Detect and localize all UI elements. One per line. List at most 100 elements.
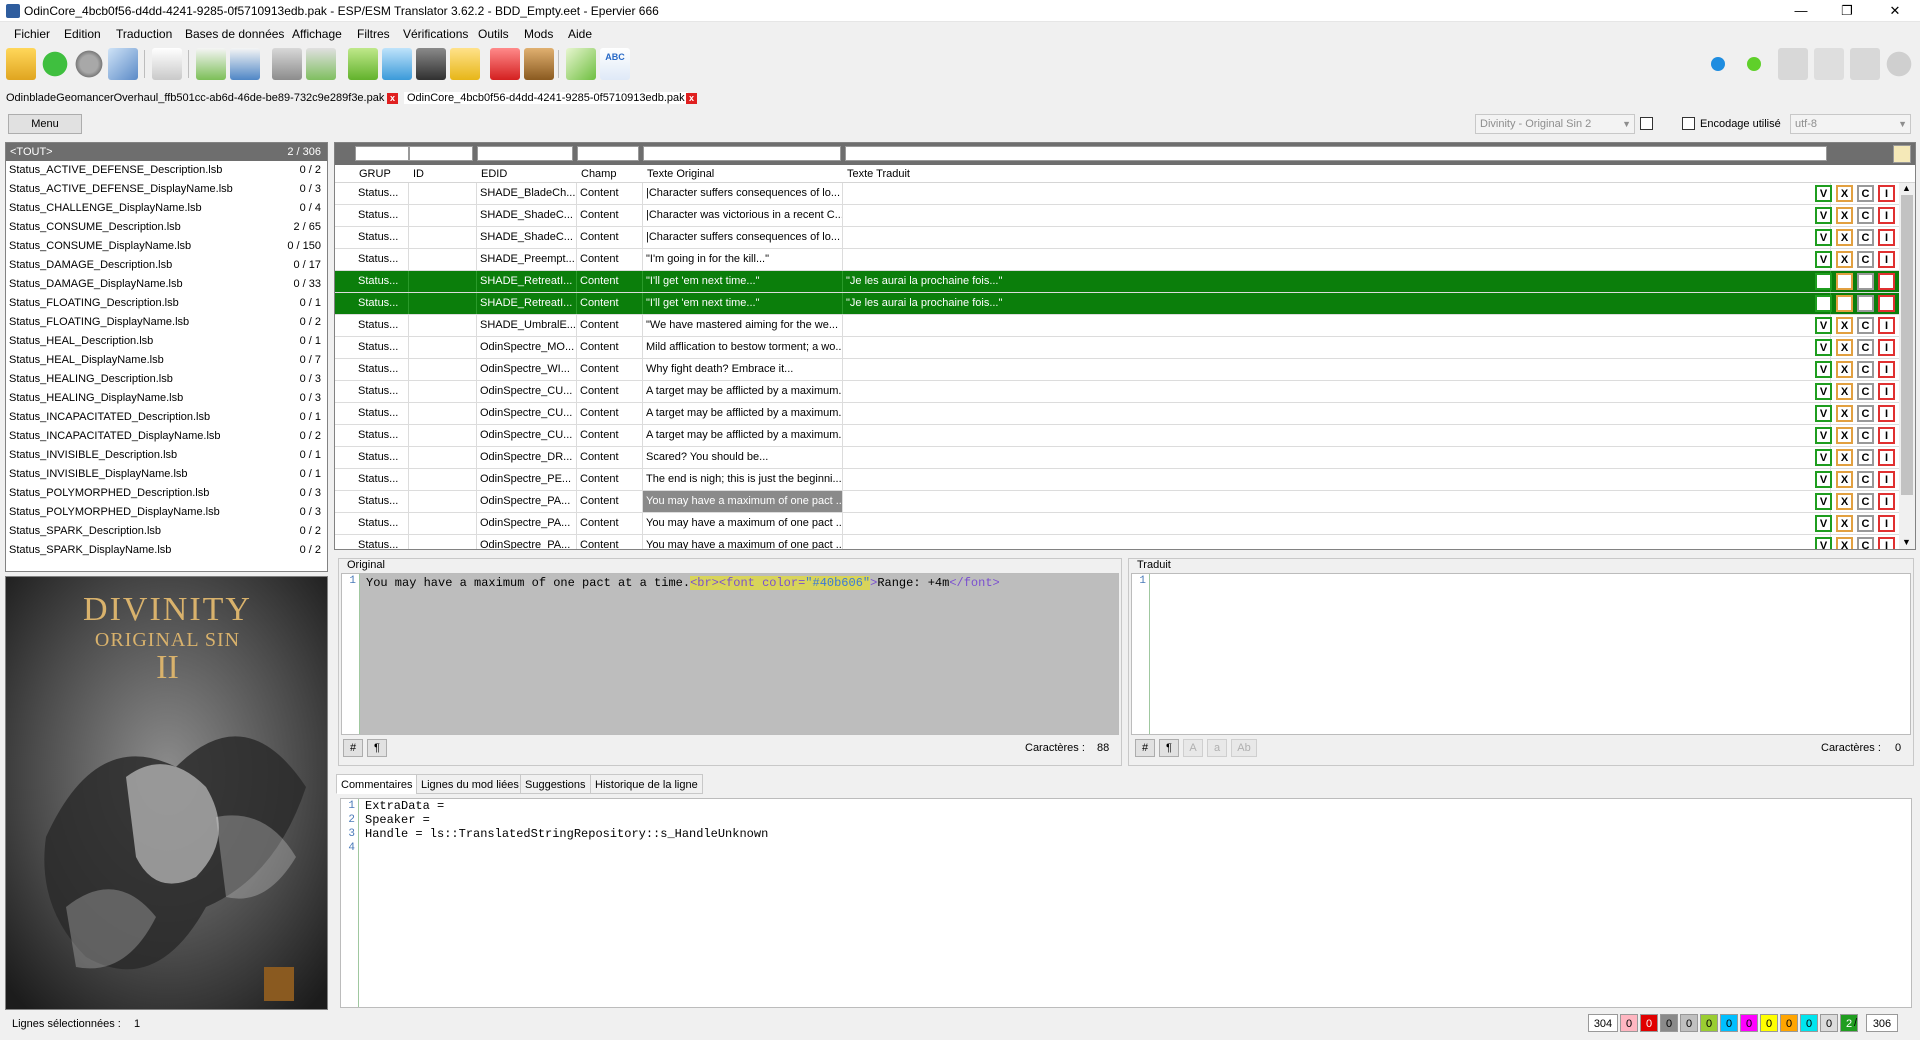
validate-button[interactable]: V — [1815, 317, 1832, 334]
show-hash-button[interactable]: # — [1135, 739, 1155, 757]
validate-button[interactable]: V — [1815, 405, 1832, 422]
info-button[interactable]: I — [1878, 405, 1895, 422]
file-list-item[interactable]: Status_HEALING_DisplayName.lsb 0 / 3 — [6, 389, 327, 408]
database-green-icon[interactable] — [348, 48, 378, 80]
info-button[interactable]: I — [1878, 449, 1895, 466]
game-select[interactable]: Divinity - Original Sin 2 ▼ — [1475, 114, 1635, 134]
spellcheck-icon[interactable]: ABC — [600, 48, 630, 80]
file-list-item[interactable]: Status_DAMAGE_DisplayName.lsb 0 / 33 — [6, 275, 327, 294]
copy-button[interactable]: C — [1857, 251, 1874, 268]
validate-button[interactable]: V — [1815, 449, 1832, 466]
validate-button[interactable]: V — [1815, 493, 1832, 510]
scroll-down-icon[interactable]: ▼ — [1902, 537, 1911, 547]
menu-affichage[interactable]: Affichage — [292, 27, 342, 41]
table-row[interactable]: Status... OdinSpectre_CU... Content A targe… — [335, 403, 1900, 425]
filter-translated[interactable] — [845, 146, 1827, 161]
encoding-select[interactable]: utf-8 ▼ — [1790, 114, 1911, 134]
copy-button[interactable]: C — [1857, 493, 1874, 510]
reject-button[interactable]: X — [1836, 537, 1853, 549]
scroll-thumb[interactable] — [1901, 195, 1913, 495]
close-tab-icon[interactable]: x — [686, 93, 697, 104]
minimize-button[interactable]: — — [1778, 0, 1824, 22]
table-row[interactable]: Status... OdinSpectre_PA... Content You may… — [335, 491, 1900, 513]
grid-scrollbar[interactable]: ▲ ▼ — [1899, 183, 1915, 549]
validate-button[interactable]: V — [1815, 383, 1832, 400]
filter-champ[interactable] — [577, 146, 639, 161]
copy-button[interactable]: C — [1857, 229, 1874, 246]
file-list-item[interactable]: Status_SPARK_DisplayName.lsb 0 / 2 — [6, 541, 327, 560]
info-button[interactable]: I — [1878, 339, 1895, 356]
menu-fichier[interactable]: Fichier — [14, 27, 50, 41]
reject-button[interactable]: X — [1836, 339, 1853, 356]
tab-historique[interactable]: Historique de la ligne — [590, 774, 703, 794]
original-text-area[interactable]: 1 You may have a maximum of one pact at … — [341, 573, 1119, 735]
info-button[interactable]: I — [1878, 273, 1895, 290]
disabled-book-icon[interactable] — [1814, 48, 1844, 80]
reject-button[interactable]: X — [1836, 185, 1853, 202]
validate-button[interactable]: V — [1815, 185, 1832, 202]
copy-button[interactable]: C — [1857, 339, 1874, 356]
copy-button[interactable]: C — [1857, 317, 1874, 334]
file-list-item[interactable]: Status_INVISIBLE_Description.lsb 0 / 1 — [6, 446, 327, 465]
show-pilcrow-button[interactable]: ¶ — [1159, 739, 1179, 757]
validate-button[interactable]: V — [1815, 339, 1832, 356]
validate-button[interactable]: V — [1815, 207, 1832, 224]
uppercase-button[interactable]: A — [1183, 739, 1203, 757]
validate-button[interactable]: V — [1815, 515, 1832, 532]
col-id[interactable]: ID — [413, 168, 424, 180]
forward-arrow-icon[interactable] — [40, 48, 70, 80]
copy-button[interactable]: C — [1857, 515, 1874, 532]
info-button[interactable]: I — [1878, 493, 1895, 510]
validate-button[interactable]: V — [1815, 537, 1832, 549]
menu-edition[interactable]: Edition — [64, 27, 101, 41]
menu-mods[interactable]: Mods — [524, 27, 553, 41]
menu-bases-de-donnees[interactable]: Bases de données — [185, 27, 284, 41]
filter-edid[interactable] — [477, 146, 573, 161]
table-row[interactable]: Status... SHADE_Preempt... Content "I'm goi… — [335, 249, 1900, 271]
database-grey-icon[interactable] — [272, 48, 302, 80]
reject-button[interactable]: X — [1836, 515, 1853, 532]
translated-text-area[interactable]: 1 — [1131, 573, 1911, 735]
reject-button[interactable]: X — [1836, 251, 1853, 268]
reject-button[interactable]: X — [1836, 493, 1853, 510]
gear-icon[interactable] — [74, 48, 104, 80]
notes-icon[interactable] — [566, 48, 596, 80]
info-button[interactable]: I — [1878, 383, 1895, 400]
lowercase-button[interactable]: a — [1207, 739, 1227, 757]
copy-button[interactable]: C — [1857, 449, 1874, 466]
tab-suggestions[interactable]: Suggestions — [520, 774, 591, 794]
col-champ[interactable]: Champ — [581, 168, 616, 180]
comments-text-area[interactable]: 1 2 3 4 ExtraData = Speaker = Handle = l… — [340, 798, 1912, 1008]
file-list-item[interactable]: Status_HEALING_Description.lsb 0 / 3 — [6, 370, 327, 389]
file-list-item[interactable]: Status_INCAPACITATED_Description.lsb 0 / … — [6, 408, 327, 427]
reject-button[interactable]: X — [1836, 449, 1853, 466]
table-row[interactable]: Status... OdinSpectre_PA... Content You may… — [335, 535, 1900, 549]
database-yellow-icon[interactable] — [450, 48, 480, 80]
info-button[interactable]: I — [1878, 229, 1895, 246]
file-list-item[interactable]: Status_INVISIBLE_DisplayName.lsb 0 / 1 — [6, 465, 327, 484]
titlecase-button[interactable]: Ab — [1231, 739, 1257, 757]
disabled-cube-icon[interactable] — [1850, 48, 1880, 80]
tab-lignes-du-mod-liees[interactable]: Lignes du mod liées — [416, 774, 524, 794]
file-list-item[interactable]: Status_SPARK_Description.lsb 0 / 2 — [6, 522, 327, 541]
validate-button[interactable]: V — [1815, 295, 1832, 312]
info-button[interactable]: I — [1878, 317, 1895, 334]
table-row[interactable]: Status... SHADE_BladeCh... Content |Charact… — [335, 183, 1900, 205]
game-checkbox[interactable] — [1640, 117, 1653, 130]
scroll-up-icon[interactable]: ▲ — [1902, 183, 1911, 193]
database-brown-icon[interactable] — [524, 48, 554, 80]
import-icon[interactable] — [196, 48, 226, 80]
open-folder-icon[interactable] — [6, 48, 36, 80]
copy-button[interactable]: C — [1857, 471, 1874, 488]
info-button[interactable]: I — [1878, 515, 1895, 532]
file-list-item[interactable]: Status_CONSUME_DisplayName.lsb 0 / 150 — [6, 237, 327, 256]
file-list-item[interactable]: Status_ACTIVE_DEFENSE_DisplayName.lsb 0 /… — [6, 180, 327, 199]
table-row[interactable]: Status... OdinSpectre_WI... Content Why fig… — [335, 359, 1900, 381]
reject-button[interactable]: X — [1836, 405, 1853, 422]
table-row[interactable]: Status... OdinSpectre_CU... Content A targe… — [335, 381, 1900, 403]
reject-button[interactable]: X — [1836, 317, 1853, 334]
clear-filter-icon[interactable] — [1893, 145, 1911, 163]
menu-filtres[interactable]: Filtres — [357, 27, 390, 41]
tab-odinblade[interactable]: OdinbladeGeomancerOverhaul_ffb501cc-ab6d… — [6, 92, 384, 104]
show-hash-button[interactable]: # — [343, 739, 363, 757]
